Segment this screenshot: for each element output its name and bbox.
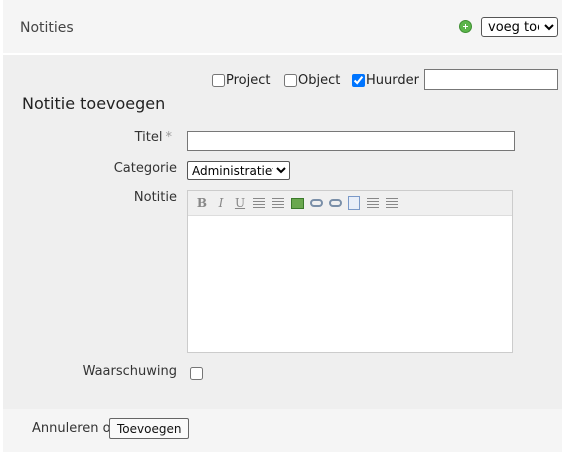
cancel-link[interactable]: Annuleren of (32, 421, 115, 436)
editor-content-area[interactable] (188, 216, 512, 353)
html-source-icon[interactable] (346, 195, 362, 211)
underline-icon[interactable]: U (232, 195, 248, 211)
submit-button[interactable]: Toevoegen (109, 418, 190, 439)
filter-project-checkbox[interactable] (212, 73, 225, 87)
filter-huurder[interactable]: Huurder (352, 70, 419, 90)
link-icon[interactable] (308, 195, 324, 211)
plus-circle-icon[interactable] (459, 20, 472, 33)
filter-object-checkbox[interactable] (284, 73, 297, 87)
filter-search-input[interactable] (424, 69, 558, 90)
bold-icon[interactable]: B (194, 195, 210, 211)
categorie-label: Categorie (113, 161, 177, 176)
indent-icon[interactable] (365, 195, 381, 211)
add-action-select[interactable]: voeg toe (481, 17, 558, 37)
section-title: Notities (20, 20, 74, 36)
italic-icon[interactable]: I (213, 195, 229, 211)
unlink-icon[interactable] (327, 195, 343, 211)
categorie-select[interactable]: Administratief (187, 161, 290, 180)
filter-huurder-checkbox[interactable] (352, 73, 365, 87)
titel-label: Titel * (134, 130, 173, 145)
filter-huurder-label: Huurder (366, 72, 419, 88)
required-marker: * (165, 130, 173, 145)
waarschuwing-checkbox[interactable] (190, 367, 203, 380)
filter-object[interactable]: Object (284, 70, 340, 90)
filter-object-label: Object (298, 72, 341, 88)
ordered-list-icon[interactable] (251, 195, 267, 211)
filter-project-label: Project (226, 72, 271, 88)
filter-project[interactable]: Project (212, 70, 270, 90)
waarschuwing-label: Waarschuwing (82, 364, 177, 379)
rich-text-editor: B I U (187, 190, 513, 353)
notes-header (3, 0, 562, 53)
image-icon[interactable] (289, 195, 305, 211)
form-title: Notitie toevoegen (22, 94, 166, 113)
titel-input[interactable] (187, 131, 515, 151)
notitie-label: Notitie (133, 190, 177, 205)
outdent-icon[interactable] (384, 195, 400, 211)
editor-toolbar: B I U (188, 191, 512, 216)
unordered-list-icon[interactable] (270, 195, 286, 211)
